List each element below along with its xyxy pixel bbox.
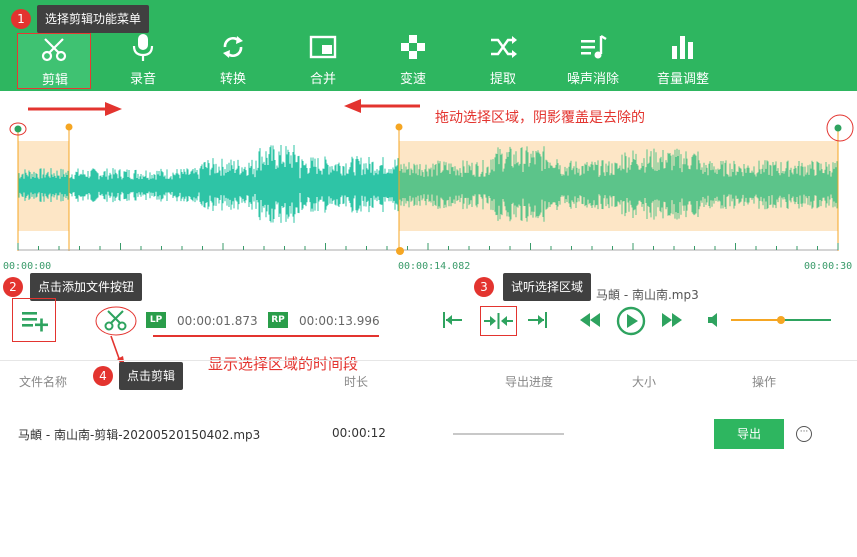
jump-to-start-icon[interactable] bbox=[440, 309, 464, 331]
tool-label: 录音 bbox=[129, 72, 156, 87]
tool-speed[interactable]: 变速 bbox=[377, 30, 449, 88]
timeline-start-label: 00:00:00 bbox=[3, 261, 52, 272]
player-filename: 马頔 - 南山南.mp3 bbox=[596, 288, 699, 302]
play-selection-icon bbox=[484, 313, 513, 329]
drag-arrow-right-icon bbox=[28, 102, 122, 116]
col-header-progress: 导出进度 bbox=[505, 375, 554, 389]
waveform-unselected bbox=[17, 144, 399, 223]
preview-selection-button[interactable] bbox=[480, 306, 517, 336]
scissors-icon bbox=[41, 38, 67, 62]
tool-noise[interactable]: 噪声消除 bbox=[557, 30, 629, 88]
end-handle[interactable] bbox=[834, 124, 842, 132]
volume-fill bbox=[731, 319, 781, 321]
fast-forward-icon[interactable] bbox=[660, 311, 684, 329]
col-header-duration: 时长 bbox=[344, 375, 369, 389]
waveform-panel[interactable] bbox=[0, 91, 857, 276]
speed-icon bbox=[401, 35, 425, 59]
volume-icon[interactable] bbox=[706, 312, 724, 328]
col-header-size: 大小 bbox=[632, 375, 657, 389]
timeline-ruler bbox=[17, 243, 839, 250]
lp-time: 00:00:01.873 bbox=[177, 314, 258, 328]
clip-button[interactable] bbox=[95, 305, 137, 337]
add-list-icon bbox=[22, 312, 48, 332]
annotation-badge-2: 2 bbox=[3, 277, 23, 297]
timeline-end-label: 00:00:30 bbox=[804, 261, 853, 272]
noise-reduction-icon bbox=[581, 34, 607, 59]
play-icon[interactable] bbox=[616, 306, 646, 336]
export-button[interactable]: 导出 bbox=[714, 419, 784, 449]
tool-extract[interactable]: 提取 bbox=[467, 30, 539, 88]
add-file-button[interactable] bbox=[12, 298, 56, 342]
volume-slider[interactable] bbox=[731, 313, 831, 327]
divider bbox=[0, 360, 857, 361]
tool-clip[interactable]: 剪辑 bbox=[17, 33, 91, 89]
tool-label: 剪辑 bbox=[41, 73, 68, 88]
time-range-hint: 显示选择区域的时间段 bbox=[208, 355, 359, 373]
annotation-badge-3: 3 bbox=[474, 277, 494, 297]
annotation-badge-1: 1 bbox=[11, 9, 31, 29]
volume-adjust-icon bbox=[672, 36, 693, 59]
col-header-name: 文件名称 bbox=[19, 375, 68, 389]
drag-hint-text: 拖动选择区域，阴影覆盖是去除的 bbox=[435, 110, 645, 126]
rp-time: 00:00:13.996 bbox=[299, 314, 380, 328]
rp-label: RP bbox=[268, 312, 288, 328]
annotation-tip-2: 点击添加文件按钮 bbox=[30, 273, 143, 301]
playhead-marker[interactable] bbox=[396, 247, 404, 255]
tool-label: 提取 bbox=[489, 72, 516, 87]
scissors-icon bbox=[95, 306, 137, 336]
annotation-tip-3: 试听选择区域 bbox=[503, 273, 592, 301]
merge-icon bbox=[309, 35, 337, 59]
jump-to-end-icon[interactable] bbox=[526, 309, 550, 331]
convert-icon bbox=[223, 36, 243, 58]
col-header-action: 操作 bbox=[752, 375, 777, 389]
tool-volume[interactable]: 音量调整 bbox=[647, 30, 719, 88]
tool-convert[interactable]: 转换 bbox=[197, 30, 269, 88]
row-more-icon[interactable]: ··· bbox=[796, 426, 812, 442]
row-filename: 马頔 - 南山南-剪辑-20200520150402.mp3 bbox=[18, 428, 261, 442]
lp-label: LP bbox=[146, 312, 166, 328]
tool-label: 音量调整 bbox=[656, 72, 709, 87]
tool-merge[interactable]: 合并 bbox=[287, 30, 359, 88]
annotation-tip-4: 点击剪辑 bbox=[119, 362, 184, 390]
tool-label: 噪声消除 bbox=[566, 72, 619, 87]
timeline-mid-label: 00:00:14.082 bbox=[398, 261, 471, 272]
lp-marker-handle[interactable] bbox=[65, 123, 73, 131]
rp-marker-handle[interactable] bbox=[395, 123, 403, 131]
row-progress-bar bbox=[453, 433, 564, 435]
tool-label: 变速 bbox=[399, 72, 426, 87]
tool-label: 合并 bbox=[309, 72, 336, 87]
rewind-icon[interactable] bbox=[578, 311, 602, 329]
tool-label: 转换 bbox=[219, 72, 246, 87]
row-duration: 00:00:12 bbox=[332, 426, 386, 440]
start-handle[interactable] bbox=[14, 125, 22, 133]
microphone-icon bbox=[132, 34, 154, 61]
tool-record[interactable]: 录音 bbox=[107, 30, 179, 88]
annotation-tip-1: 选择剪辑功能菜单 bbox=[37, 5, 150, 33]
time-range-underline bbox=[153, 335, 379, 337]
drag-arrow-left-icon bbox=[344, 99, 420, 113]
annotation-badge-4: 4 bbox=[93, 366, 113, 386]
extract-icon bbox=[491, 36, 517, 58]
volume-knob[interactable] bbox=[777, 316, 785, 324]
